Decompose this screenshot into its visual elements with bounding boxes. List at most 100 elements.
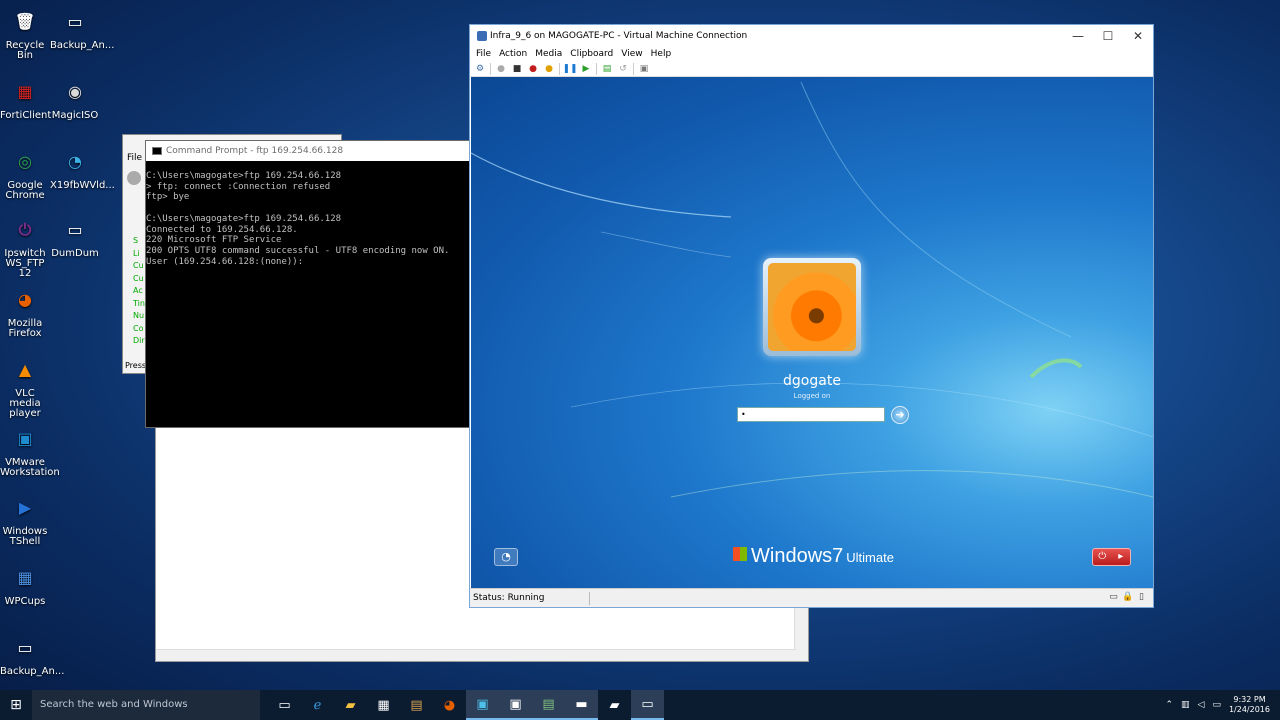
start-icon[interactable]: ● (495, 63, 507, 75)
ftp-toolbar-icon[interactable] (127, 171, 141, 185)
desktop-app-icon: ◕ (18, 290, 32, 309)
shutdown-options-icon[interactable]: ▸ (1112, 549, 1131, 565)
system-tray: ⌃ ▥ ◁ ▭ 9:32 PM 1/24/2016 (1165, 690, 1270, 720)
resume-icon[interactable]: ▶ (580, 63, 592, 75)
turn-off-icon[interactable]: ■ (511, 63, 523, 75)
close-button[interactable]: ✕ (1123, 25, 1153, 47)
cmd-title: Command Prompt - ftp 169.254.66.128 (166, 146, 344, 156)
desktop-icon[interactable]: ▦ WPCups (0, 562, 50, 607)
tray-chevron-icon[interactable]: ⌃ (1165, 700, 1173, 710)
start-button[interactable]: ⊞ (0, 690, 32, 720)
menu-action[interactable]: Action (499, 47, 527, 61)
power-icon: ⏻ (1098, 551, 1107, 562)
lock-icon: 🔒 (1122, 592, 1134, 602)
notification-icon[interactable]: ▭ (1212, 700, 1221, 710)
vm-connection-window[interactable]: Infra_9_6 on MAGOGATE-PC - Virtual Machi… (469, 24, 1154, 608)
app2-icon[interactable]: ▤ (532, 690, 565, 720)
ftp-side-label: Cu (133, 261, 144, 270)
ftp-taskbar-icon[interactable]: ▤ (400, 690, 433, 720)
revert-icon[interactable]: ↺ (617, 63, 629, 75)
vm-toolbar: ⚙ ● ■ ● ● ❚❚ ▶ ▤ ↺ ▣ (470, 61, 1153, 77)
ftp-status-press: Press (125, 361, 147, 370)
shutdown-button[interactable]: ⏻ ▸ (1092, 548, 1131, 566)
notepad-icon[interactable]: ▰ (598, 690, 631, 720)
user-tile[interactable] (763, 258, 861, 356)
desktop-icon-label: Windows TShell (2, 526, 48, 547)
cmd-titlebar[interactable]: Command Prompt - ftp 169.254.66.128 (146, 141, 469, 161)
vm-app-icon (477, 31, 487, 41)
taskbar: ⊞ Search the web and Windows ▭ ℯ ▰ ▦ ▤ ◕… (0, 690, 1280, 720)
task-view-icon[interactable]: ▭ (268, 690, 301, 720)
desktop-icon[interactable]: ▲ VLC media player (0, 354, 50, 419)
desktop-icon[interactable]: ◉ MagicISO (50, 76, 100, 121)
save-icon[interactable]: ● (543, 63, 555, 75)
desktop-icon-label: Backup_An... (50, 40, 115, 51)
menu-help[interactable]: Help (651, 47, 672, 61)
desktop-icon[interactable]: ▭ Backup_An... (0, 632, 65, 677)
desktop-app-icon: ◉ (68, 82, 82, 101)
ctrl-alt-del-icon[interactable]: ⚙ (474, 63, 486, 75)
desktop-icon[interactable]: ⏻ Ipswitch WS_FTP 12 (0, 214, 50, 279)
ease-of-access-icon[interactable]: ◔ (494, 548, 518, 566)
submit-arrow-button[interactable]: ➜ (891, 406, 909, 424)
menu-clipboard[interactable]: Clipboard (570, 47, 613, 61)
desktop-icon[interactable]: 🗑 Recycle Bin (0, 6, 50, 61)
clock-time: 9:32 PM (1233, 695, 1266, 704)
desktop-icon-label: VMware Workstation (0, 457, 60, 478)
desktop-app-icon: ▭ (67, 12, 83, 31)
app-icon[interactable]: ▣ (466, 690, 499, 720)
desktop-icon[interactable]: ◕ Mozilla Firefox (0, 284, 50, 339)
vm-titlebar[interactable]: Infra_9_6 on MAGOGATE-PC - Virtual Machi… (470, 25, 1153, 47)
menu-file[interactable]: File (476, 47, 491, 61)
ftp-side-label: Co (133, 323, 144, 333)
ftp-side-label: Li (133, 248, 140, 258)
volume-icon[interactable]: ◁ (1198, 700, 1205, 710)
horizontal-scrollbar[interactable] (156, 649, 796, 661)
toolbar-separator (559, 62, 560, 75)
ftp-side-label: Tin (133, 298, 145, 308)
desktop-icon[interactable]: ▶ Windows TShell (0, 492, 50, 547)
desktop-icon[interactable]: ◎ Google Chrome (0, 146, 50, 201)
desktop-icon[interactable]: ▭ DumDum (50, 214, 100, 259)
desktop-app-icon: ▲ (18, 360, 32, 379)
window-taskbar-icon[interactable]: ▭ (631, 690, 664, 720)
firefox-icon[interactable]: ◕ (433, 690, 466, 720)
status-divider (589, 592, 590, 605)
cmd-output[interactable]: C:\Users\magogate>ftp 169.254.66.128 > f… (146, 161, 469, 267)
command-prompt-window[interactable]: Command Prompt - ftp 169.254.66.128 C:\U… (145, 140, 470, 428)
desktop-app-icon: ◔ (68, 152, 82, 171)
ftp-menu-file[interactable]: File (127, 153, 142, 163)
menu-view[interactable]: View (621, 47, 642, 61)
shut-down-icon[interactable]: ● (527, 63, 539, 75)
maximize-button[interactable]: ☐ (1093, 25, 1123, 47)
vm-screen[interactable]: dgogate Logged on • ➜ ◔ Windows7 Ultimate… (471, 77, 1153, 589)
edge-icon[interactable]: ℯ (301, 690, 334, 720)
password-input[interactable]: • (737, 407, 885, 422)
desktop-icon[interactable]: ▭ Backup_An... (50, 6, 115, 51)
taskbar-search[interactable]: Search the web and Windows (32, 690, 260, 720)
desktop-icon-label: WPCups (4, 596, 46, 607)
hyperv-icon[interactable]: ▣ (499, 690, 532, 720)
menu-media[interactable]: Media (535, 47, 562, 61)
clock[interactable]: 9:32 PM 1/24/2016 (1229, 695, 1270, 715)
minimize-button[interactable]: — (1063, 25, 1093, 47)
store-icon[interactable]: ▦ (367, 690, 400, 720)
desktop-icon[interactable]: ◔ X19fbWVld... (50, 146, 115, 191)
vm-status: Status: Running (473, 593, 545, 603)
ftp-side-label: Ac (133, 286, 143, 295)
cmd-taskbar-icon[interactable]: ▬ (565, 690, 598, 720)
mouse-icon: ▯ (1139, 592, 1144, 602)
desktop-icon-label: Backup_An... (0, 666, 65, 677)
brand-version: 7 (832, 545, 844, 567)
clock-date: 1/24/2016 (1228, 705, 1270, 714)
network-icon[interactable]: ▥ (1181, 700, 1190, 710)
desktop-icon-label: FortiClient (0, 110, 52, 121)
file-explorer-icon[interactable]: ▰ (334, 690, 367, 720)
checkpoint-icon[interactable]: ▤ (601, 63, 613, 75)
desktop-icon[interactable]: ▦ FortiClient (0, 76, 52, 121)
pause-icon[interactable]: ❚❚ (562, 63, 577, 75)
share-icon[interactable]: ▣ (638, 63, 650, 75)
keyboard-icon: ▭ (1109, 592, 1118, 602)
desktop-app-icon: ▶ (18, 498, 32, 517)
desktop-icon[interactable]: ▣ VMware Workstation (0, 423, 60, 478)
